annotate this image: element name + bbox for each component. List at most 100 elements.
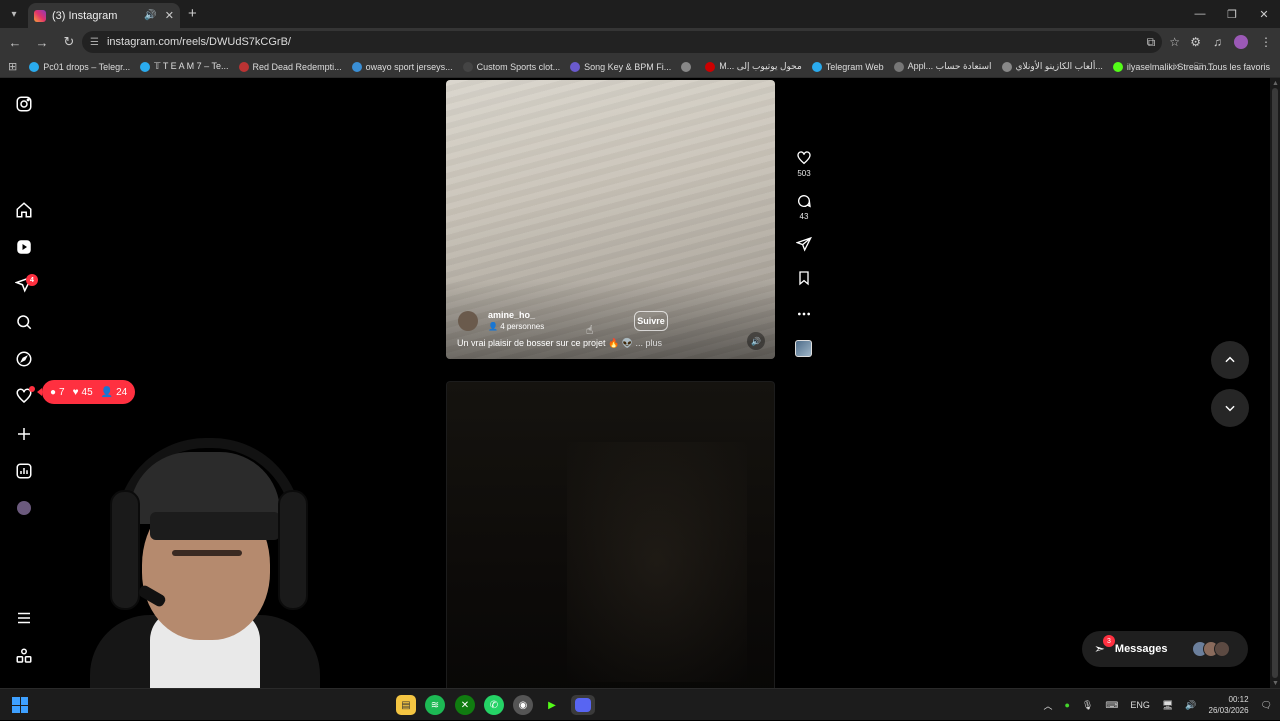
globe-icon: [681, 61, 692, 72]
save-action[interactable]: [792, 270, 816, 286]
more-menu-icon[interactable]: [14, 608, 34, 628]
bookmark-item[interactable]: ألعاب الكازينو الأونلاي...: [1001, 61, 1103, 72]
language-indicator[interactable]: ENG: [1130, 700, 1150, 710]
reels-icon[interactable]: [14, 237, 34, 257]
fire-emoji-icon: 🔥: [608, 338, 622, 348]
reel-author[interactable]: amine_ho_ 👤 4 personnes: [458, 310, 544, 331]
profile-avatar[interactable]: [1234, 35, 1248, 49]
tray-overflow-chevron-icon[interactable]: ︿: [1043, 699, 1052, 712]
browser-tab-instagram[interactable]: (3) Instagram 🔊 ✕: [28, 3, 180, 28]
bookmark-item[interactable]: Red Dead Redempti...: [238, 61, 342, 72]
install-app-icon[interactable]: ⧉: [1147, 35, 1156, 50]
follow-button[interactable]: Suivre: [634, 311, 668, 331]
more-options-action[interactable]: [792, 306, 816, 322]
microphone-tray-icon[interactable]: 🎙: [1082, 700, 1093, 711]
apps-grid-icon[interactable]: ⊞: [8, 60, 17, 73]
bookmark-star-icon[interactable]: ☆: [1169, 35, 1180, 50]
bookmark-item[interactable]: Pc01 drops – Telegr...: [29, 61, 130, 72]
home-icon[interactable]: [14, 200, 34, 220]
share-action[interactable]: [792, 236, 816, 252]
whatsapp-icon[interactable]: ✆: [484, 695, 504, 715]
bookmark-favicon-icon: [570, 61, 581, 72]
caption-more-link[interactable]: ... plus: [636, 338, 663, 348]
comment-icon: [798, 195, 811, 208]
apple-icon: [893, 61, 904, 72]
bookmarks-overflow-icon[interactable]: »: [1174, 61, 1180, 73]
windows-start-icon[interactable]: [12, 697, 28, 713]
bookmark-item[interactable]: Song Key & BPM Fi...: [570, 61, 671, 72]
address-bar[interactable]: ☰ instagram.com/reels/DWUdS7kCGrB/: [82, 31, 1162, 53]
bookmark-item[interactable]: Custom Sports clot...: [462, 61, 560, 72]
bookmark-item[interactable]: Telegram Web: [811, 61, 884, 72]
scroll-up-arrow-icon[interactable]: ▲: [1272, 80, 1279, 87]
url-text: instagram.com/reels/DWUdS7kCGrB/: [106, 36, 291, 48]
forward-button[interactable]: →: [30, 35, 54, 50]
site-info-icon[interactable]: ☰: [90, 37, 99, 48]
bookmark-item[interactable]: [681, 61, 695, 72]
notification-center-icon[interactable]: 🗨: [1261, 700, 1272, 711]
search-icon[interactable]: [14, 312, 34, 332]
restore-button[interactable]: ❐: [1216, 0, 1248, 28]
tab-search-button[interactable]: ▾: [0, 0, 28, 28]
chrome-icon[interactable]: ◉: [513, 695, 533, 715]
author-username[interactable]: amine_ho_: [488, 310, 544, 320]
reel-caption[interactable]: Un vrai plaisir de bosser sur ce projet …: [457, 338, 662, 349]
kick-app-icon[interactable]: ▶: [542, 695, 562, 715]
comment-action[interactable]: 43: [792, 193, 816, 221]
tab-close-icon[interactable]: ✕: [165, 9, 174, 22]
network-icon[interactable]: 🖥: [1162, 700, 1173, 711]
back-button[interactable]: ←: [3, 35, 27, 50]
file-explorer-icon[interactable]: ▤: [396, 695, 416, 715]
media-control-icon[interactable]: ♫: [1213, 35, 1222, 49]
left-sidebar: 4 ● 7 ♥ 45 👤 24: [0, 78, 136, 688]
author-avatar[interactable]: [458, 310, 478, 331]
new-tab-button[interactable]: +: [188, 5, 197, 22]
reload-button[interactable]: ↻: [57, 34, 81, 50]
next-reel-button[interactable]: [1211, 389, 1249, 427]
explore-compass-icon[interactable]: [14, 349, 34, 369]
also-from-meta-icon[interactable]: [14, 646, 34, 666]
reel-video-current[interactable]: amine_ho_ 👤 4 personnes Suivre Un vrai p…: [446, 80, 775, 359]
bookmark-item[interactable]: Appl... استعادة حساب: [893, 61, 992, 72]
spotify-icon[interactable]: ≋: [425, 695, 445, 715]
scroll-down-arrow-icon[interactable]: ▼: [1272, 680, 1279, 687]
chevron-up-icon: [1225, 356, 1235, 363]
instagram-logo-icon[interactable]: [14, 94, 34, 114]
extensions-icon[interactable]: ⚙: [1190, 35, 1201, 49]
discord-icon[interactable]: [571, 695, 595, 715]
messages-dock[interactable]: ➣ 3 Messages: [1082, 631, 1248, 667]
previous-reel-button[interactable]: [1211, 341, 1249, 379]
author-info: amine_ho_ 👤 4 personnes: [488, 310, 544, 331]
volume-tray-icon[interactable]: 🔊: [1185, 700, 1196, 711]
date-text: 26/03/2026: [1208, 706, 1249, 715]
audio-track-thumbnail[interactable]: [795, 340, 812, 357]
like-action[interactable]: 503: [792, 150, 816, 178]
menu-icon[interactable]: ⋮: [1260, 35, 1272, 49]
scrollbar-thumb[interactable]: [1272, 88, 1278, 678]
collaborators-label[interactable]: 👤 4 personnes: [488, 322, 544, 331]
dashboard-icon[interactable]: [14, 461, 34, 481]
minimize-button[interactable]: —: [1184, 0, 1216, 28]
create-plus-icon[interactable]: [14, 424, 34, 444]
page-scrollbar[interactable]: [1270, 78, 1280, 688]
bookmark-item[interactable]: 𝕋 T E A M 7 – Te...: [140, 61, 229, 72]
messages-label: Messages: [1114, 643, 1168, 655]
activity-summary-pill[interactable]: ● 7 ♥ 45 👤 24: [36, 380, 136, 404]
notification-badge: 4: [26, 274, 38, 286]
xbox-icon[interactable]: ✕: [455, 695, 475, 715]
all-bookmarks-folder[interactable]: 🗀 Tous les favoris: [1194, 59, 1270, 75]
browser-tab-strip: ▾ (3) Instagram 🔊 ✕ + — ❐ ✕: [0, 0, 1280, 28]
bookmark-item[interactable]: owayo sport jerseys...: [351, 61, 453, 72]
clock[interactable]: 00:12 26/03/2026: [1209, 694, 1249, 716]
profile-avatar-icon[interactable]: [17, 501, 31, 515]
reel-video-next[interactable]: [446, 381, 775, 688]
comments-count: 43: [799, 212, 809, 221]
razer-tray-icon[interactable]: ●: [1064, 700, 1069, 710]
bookmark-favicon-icon: [140, 61, 151, 72]
keyboard-icon[interactable]: ⌨: [1105, 700, 1118, 711]
close-window-button[interactable]: ✕: [1248, 0, 1280, 28]
heart-icon: ♥: [72, 386, 79, 398]
bookmark-item[interactable]: M... محول يوتيوب إلى: [705, 61, 802, 72]
volume-icon[interactable]: 🔊: [747, 332, 765, 350]
tab-audio-icon[interactable]: 🔊: [144, 10, 156, 21]
